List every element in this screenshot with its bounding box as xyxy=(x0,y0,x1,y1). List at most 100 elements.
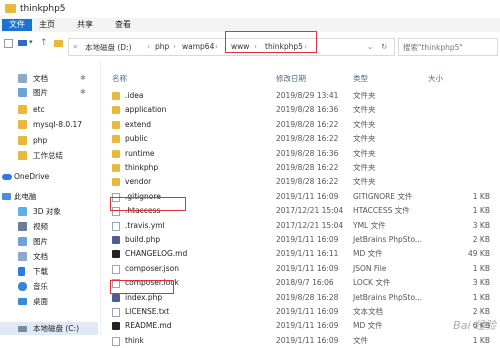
file-row[interactable]: application 2019/8/28 16:36 文件夹 xyxy=(108,103,500,117)
crumb-wamp64[interactable]: wamp64 xyxy=(182,42,214,51)
up-arrow-icon[interactable]: ↑ xyxy=(40,38,48,48)
tab-view[interactable]: 查看 xyxy=(108,19,138,31)
file-row[interactable]: composer.json 2019/1/11 16:09 JSON File 1 K… xyxy=(108,262,500,276)
file-row[interactable]: LICENSE.txt 2019/1/11 16:09 文本文档 2 KB xyxy=(108,305,500,319)
file-type: 文件夹 xyxy=(353,163,376,172)
file-row[interactable]: extend 2019/8/28 16:22 文件夹 xyxy=(108,118,500,132)
file-icon xyxy=(112,308,120,317)
properties-icon[interactable] xyxy=(18,40,27,46)
folder-icon xyxy=(5,4,16,13)
sidebar-item-music[interactable]: 音乐 xyxy=(0,280,98,293)
search-input[interactable] xyxy=(399,39,499,55)
tab-home[interactable]: 主页 xyxy=(32,19,62,31)
location-folder-icon xyxy=(54,40,63,47)
window-title: thinkphp5 xyxy=(20,4,66,14)
refresh-icon[interactable]: ↻ xyxy=(381,42,387,51)
sidebar-item-onedrive[interactable]: OneDrive xyxy=(0,170,98,183)
sidebar-item-mysql[interactable]: mysql-8.0.17 xyxy=(0,118,98,131)
file-size: 2 KB xyxy=(472,235,490,244)
file-type: 文件夹 xyxy=(353,105,376,115)
file-size: 1 KB xyxy=(472,191,490,201)
sidebar-item-videos[interactable]: 视频 xyxy=(0,220,98,233)
file-row[interactable]: vendor 2019/8/28 16:22 文件夹 xyxy=(108,175,500,189)
file-name: README.md xyxy=(125,321,172,331)
file-row[interactable]: think 2019/1/11 16:09 文件 1 KB xyxy=(108,334,500,348)
sidebar-item-pictures[interactable]: 图片 ✱ xyxy=(0,86,98,99)
file-type: 文件夹 xyxy=(353,148,376,158)
file-type: LOCK 文件 xyxy=(353,278,391,288)
file-type: MD 文件 xyxy=(353,321,383,331)
file-date: 2019/8/28 16:22 xyxy=(276,177,339,187)
sidebar-item-downloads[interactable]: 下载 xyxy=(0,265,98,278)
column-date-header[interactable]: 修改日期 xyxy=(276,73,306,84)
sidebar-item-3d-objects[interactable]: 3D 对象 xyxy=(0,205,98,218)
folder-icon xyxy=(112,178,120,187)
sidebar-item-documents[interactable]: 文档 ✱ xyxy=(0,72,98,85)
file-name: LICENSE.txt xyxy=(125,307,170,316)
separator-icon: › xyxy=(147,42,150,51)
file-date: 2017/12/21 15:04 xyxy=(276,206,344,216)
sidebar-item-work-summary[interactable]: 工作总结 xyxy=(0,149,98,162)
file-name: public xyxy=(125,134,148,144)
sidebar-item-documents-2[interactable]: 文档 xyxy=(0,250,98,263)
file-type: 文件夹 xyxy=(353,91,376,100)
file-name: thinkphp xyxy=(125,163,159,172)
file-row[interactable]: build.php 2019/1/11 16:09 JetBrains PhpSto… xyxy=(108,233,500,247)
column-header: 名称 修改日期 类型 大小 xyxy=(108,73,500,85)
file-type: GITIGNORE 文件 xyxy=(353,191,413,201)
file-row[interactable]: CHANGELOG.md 2019/1/11 16:11 MD 文件 49 KB xyxy=(108,247,500,261)
tab-file[interactable]: 文件 xyxy=(2,19,32,31)
file-row[interactable]: public 2019/8/28 16:22 文件夹 xyxy=(108,132,500,146)
sidebar-item-etc[interactable]: etc xyxy=(0,103,98,116)
file-type: 文件夹 xyxy=(353,134,376,144)
file-size: 3 KB xyxy=(472,278,490,288)
file-date: 2019/1/11 16:11 xyxy=(276,249,339,259)
file-date: 2019/8/28 16:36 xyxy=(276,148,339,158)
column-size-header[interactable]: 大小 xyxy=(428,73,443,84)
search-box[interactable] xyxy=(398,38,499,56)
chevron-down-icon[interactable]: ▾ xyxy=(29,38,33,46)
drive-icon xyxy=(18,326,27,332)
file-row[interactable]: README.md 2019/1/11 16:09 MD 文件 6 KB xyxy=(108,319,500,333)
folder-icon xyxy=(112,92,120,100)
highlight-box-path xyxy=(225,31,317,53)
file-type: YML 文件 xyxy=(353,220,386,230)
address-dropdown-icon[interactable]: ⌄ xyxy=(367,42,373,51)
watermark: Bai 经验 xyxy=(453,319,496,332)
file-row[interactable]: runtime 2019/8/28 16:36 文件夹 xyxy=(108,147,500,161)
highlight-box-htaccess xyxy=(110,197,186,211)
column-name-header[interactable]: 名称 xyxy=(112,73,127,84)
title-bar: thinkphp5 xyxy=(0,0,500,18)
sidebar-item-php[interactable]: php xyxy=(0,134,98,147)
file-name: CHANGELOG.md xyxy=(125,249,188,259)
file-date: 2019/1/11 16:09 xyxy=(276,321,339,331)
file-date: 2019/8/28 16:36 xyxy=(276,105,339,115)
checkbox-icon[interactable] xyxy=(4,39,13,48)
crumb-php[interactable]: php xyxy=(155,42,169,51)
sidebar-item-pictures-2[interactable]: 图片 xyxy=(0,235,98,248)
file-type: JetBrains PhpSto... xyxy=(353,235,423,244)
file-type: 文本文档 xyxy=(353,307,383,316)
file-size: 1 KB xyxy=(472,335,490,345)
file-type: 文件夹 xyxy=(353,177,376,187)
crumb-drive[interactable]: 本地磁盘 (D:) xyxy=(85,42,132,53)
pictures-icon xyxy=(18,237,27,246)
file-row[interactable]: .idea 2019/8/29 13:41 文件夹 xyxy=(108,89,500,103)
sidebar-item-local-disk-c[interactable]: 本地磁盘 (C:) xyxy=(0,322,98,335)
file-name: composer.json xyxy=(125,263,180,273)
cube-icon xyxy=(18,207,27,216)
file-date: 2019/1/11 16:09 xyxy=(276,307,339,316)
file-row[interactable]: thinkphp 2019/8/28 16:22 文件夹 xyxy=(108,161,500,175)
tab-share[interactable]: 共享 xyxy=(70,19,100,31)
overflow-chevron-icon[interactable]: « xyxy=(73,42,78,51)
computer-icon xyxy=(2,193,11,200)
php-file-icon xyxy=(112,293,120,302)
sidebar-item-this-pc[interactable]: 此电脑 xyxy=(0,190,98,203)
column-type-header[interactable]: 类型 xyxy=(353,73,368,84)
folder-icon xyxy=(18,120,27,129)
separator-icon: › xyxy=(173,42,176,51)
sidebar-item-desktop[interactable]: 桌面 xyxy=(0,295,98,308)
file-date: 2018/9/7 16:06 xyxy=(276,278,334,288)
file-date: 2019/1/11 16:09 xyxy=(276,191,339,201)
file-row[interactable]: .travis.yml 2017/12/21 15:04 YML 文件 3 KB xyxy=(108,219,500,233)
